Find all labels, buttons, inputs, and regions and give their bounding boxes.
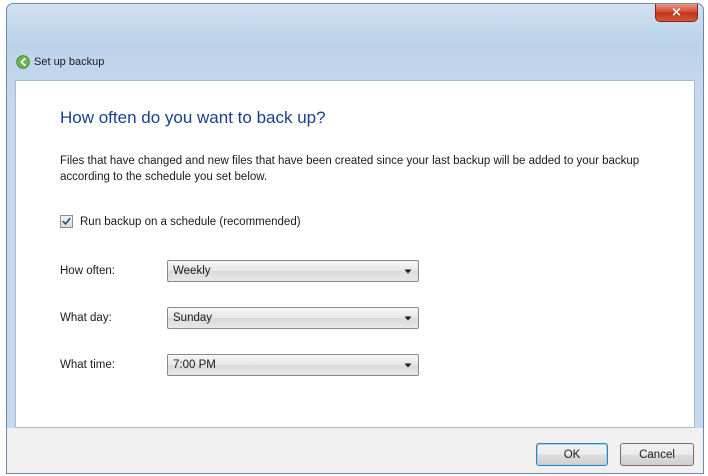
how-often-value: Weekly: [173, 265, 211, 277]
what-time-label: What time:: [60, 359, 115, 371]
dialog-title-bar: Set up backup: [7, 44, 703, 80]
schedule-checkbox-label[interactable]: Run backup on a schedule (recommended): [80, 216, 301, 228]
how-often-label: How often:: [60, 265, 115, 277]
back-arrow-icon[interactable]: [16, 55, 30, 69]
dialog-footer: OK Cancel: [7, 428, 703, 473]
what-day-value: Sunday: [173, 312, 213, 324]
chevron-down-icon: [404, 269, 412, 274]
close-button[interactable]: ×: [655, 4, 698, 22]
description-text: Files that have changed and new files th…: [60, 155, 640, 183]
cancel-button[interactable]: Cancel: [620, 443, 694, 466]
ok-button[interactable]: OK: [536, 443, 608, 466]
what-day-label: What day:: [60, 312, 112, 324]
checkmark-icon: [62, 217, 71, 225]
close-icon: ×: [671, 4, 682, 20]
backup-dialog-window: × Set up backup How often do you want to…: [6, 3, 704, 474]
what-time-dropdown[interactable]: 7:00 PM: [167, 354, 419, 376]
what-time-value: 7:00 PM: [173, 359, 216, 371]
schedule-checkbox[interactable]: [60, 215, 73, 228]
chevron-down-icon: [404, 363, 412, 368]
page-heading: How often do you want to back up?: [60, 108, 326, 127]
schedule-checkbox-row[interactable]: Run backup on a schedule (recommended): [60, 215, 301, 228]
content-panel: How often do you want to back up? Files …: [15, 80, 695, 428]
chevron-down-icon: [404, 316, 412, 321]
what-day-dropdown[interactable]: Sunday: [167, 307, 419, 329]
how-often-dropdown[interactable]: Weekly: [167, 260, 419, 282]
dialog-title: Set up backup: [34, 56, 105, 68]
